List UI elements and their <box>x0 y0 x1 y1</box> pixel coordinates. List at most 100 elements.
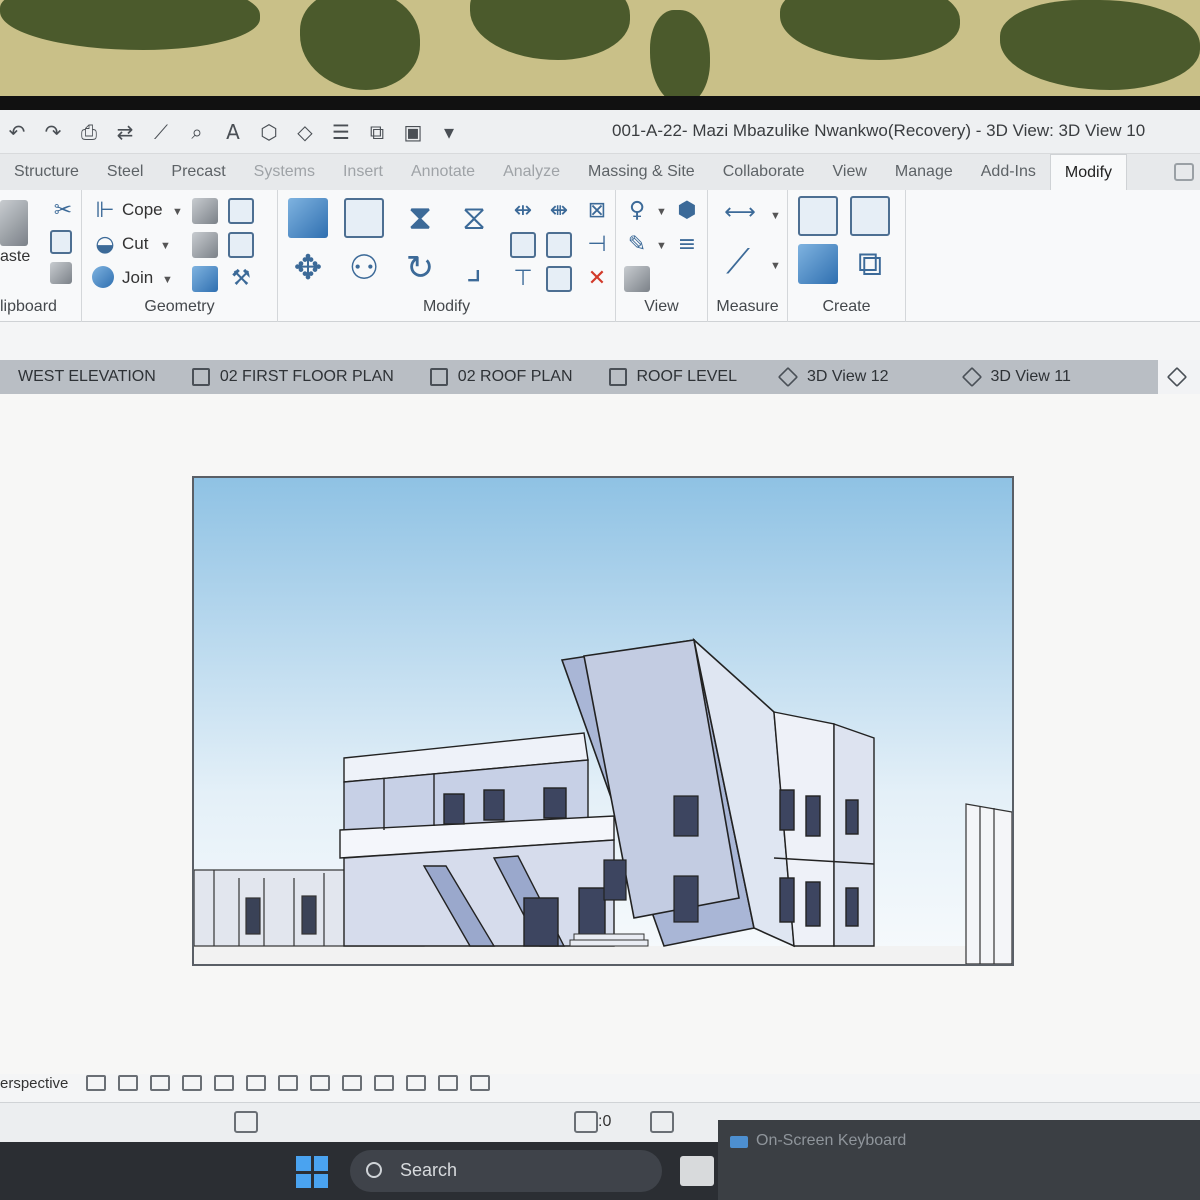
temporary-hide-icon[interactable] <box>278 1075 299 1091</box>
match-properties-icon[interactable] <box>50 262 72 284</box>
mirror-draw-axis-icon[interactable]: ⧖ <box>454 198 494 238</box>
copy-icon[interactable] <box>50 230 72 254</box>
properties-icon[interactable] <box>650 1111 674 1133</box>
demolish-icon[interactable] <box>228 232 254 258</box>
workset-icon[interactable] <box>234 1111 258 1133</box>
sync-icon[interactable]: ⇄ <box>114 120 136 144</box>
create-similar-icon[interactable]: ⧉ <box>850 244 890 284</box>
dimension-dropdown-icon[interactable]: ▼ <box>770 260 781 272</box>
cope-dropdown-icon[interactable]: ▼ <box>172 206 183 218</box>
show-rendering-icon[interactable] <box>214 1075 235 1091</box>
windows-start-icon[interactable] <box>296 1156 328 1188</box>
create-group-icon[interactable] <box>798 244 838 284</box>
tab-steel[interactable]: Steel <box>93 154 157 190</box>
create-parts-icon[interactable] <box>850 196 890 236</box>
reveal-constraints-icon[interactable] <box>470 1075 491 1091</box>
3d-view-viewport[interactable] <box>192 476 1014 966</box>
linework-icon[interactable]: ✎ <box>624 232 650 258</box>
measure-between-icon[interactable]: ⟷ <box>718 200 762 226</box>
3d-view-icon[interactable]: ⬡ <box>258 120 280 144</box>
hammer-icon[interactable]: ⚒ <box>228 266 254 292</box>
move-icon[interactable]: ✥ <box>288 248 328 288</box>
trim-multiple-icon[interactable]: ⊤ <box>510 266 536 292</box>
view-tab-3d-view-11[interactable]: 3D View 11 <box>945 360 1089 394</box>
tab-analyze[interactable]: Analyze <box>489 154 574 190</box>
view-tab-3d-view-12[interactable]: 3D View 12 <box>755 360 945 394</box>
hide-in-view-icon[interactable]: ♀ <box>624 198 650 224</box>
tab-structure[interactable]: Structure <box>0 154 93 190</box>
customize-qat-icon[interactable]: ▾ <box>438 120 460 144</box>
tab-massing-site[interactable]: Massing & Site <box>574 154 709 190</box>
cut-dropdown-icon[interactable]: ▼ <box>160 240 171 252</box>
align-icon[interactable] <box>288 198 328 238</box>
tab-add-ins[interactable]: Add-Ins <box>967 154 1050 190</box>
undo-icon[interactable]: ↶ <box>6 120 28 144</box>
unlocked-3d-view-icon[interactable] <box>246 1075 267 1091</box>
view-tab-roof-plan[interactable]: 02 ROOF PLAN <box>412 360 591 394</box>
join-label[interactable]: Join <box>122 268 153 288</box>
array-icon[interactable] <box>510 232 536 258</box>
tag-icon[interactable]: ⌕ <box>186 120 208 144</box>
cope-label[interactable]: Cope <box>122 200 163 220</box>
shadows-icon[interactable] <box>182 1075 203 1091</box>
join-dropdown-icon[interactable]: ▼ <box>162 274 173 286</box>
thin-lines-icon[interactable]: ☰ <box>330 120 352 144</box>
cut-clipboard-icon[interactable]: ✂ <box>50 198 76 224</box>
on-screen-keyboard-window[interactable]: On-Screen Keyboard <box>718 1120 1200 1200</box>
split-element-icon[interactable]: ⇹ <box>510 198 536 224</box>
tab-collaborate[interactable]: Collaborate <box>709 154 819 190</box>
tab-manage[interactable]: Manage <box>881 154 967 190</box>
temporary-view-properties-icon[interactable] <box>342 1075 363 1091</box>
view-grey-icon[interactable] <box>624 266 650 292</box>
sun-path-icon[interactable] <box>150 1075 171 1091</box>
create-assembly-icon[interactable] <box>798 196 838 236</box>
paint-icon[interactable] <box>192 266 218 292</box>
tab-modify[interactable]: Modify <box>1049 154 1128 190</box>
model-graphics-icon[interactable] <box>118 1075 139 1091</box>
pin-icon[interactable]: ⊣ <box>584 232 610 258</box>
taskbar-app-icon[interactable] <box>680 1156 714 1186</box>
view-tab-roof-level[interactable]: ROOF LEVEL <box>591 360 755 394</box>
measure-icon[interactable]: ⟋ <box>150 120 172 144</box>
visual-style-icon[interactable] <box>86 1075 107 1091</box>
tab-view[interactable]: View <box>819 154 881 190</box>
switch-windows-icon[interactable]: ▣ <box>402 120 424 144</box>
offset-icon[interactable] <box>344 198 384 238</box>
wall-joins-icon[interactable] <box>192 198 218 224</box>
drawing-area[interactable] <box>0 394 1200 1074</box>
view-tab-3d-view-10[interactable] <box>1158 360 1200 394</box>
linework-dropdown-icon[interactable]: ▼ <box>656 240 667 252</box>
cope-icon[interactable]: ⊩ <box>92 198 118 224</box>
reveal-hidden-icon[interactable] <box>310 1075 331 1091</box>
delete-icon[interactable]: ✕ <box>584 266 610 292</box>
scale-icon[interactable] <box>546 232 572 258</box>
copy-element-icon[interactable]: ⚇ <box>344 248 384 288</box>
paste-label[interactable]: aste <box>0 248 30 266</box>
section-icon[interactable]: ◇ <box>294 120 316 144</box>
analytical-model-icon[interactable] <box>406 1075 427 1091</box>
view-tab-first-floor-plan[interactable]: 02 FIRST FLOOR PLAN <box>174 360 412 394</box>
split-gap-icon[interactable]: ⇼ <box>546 198 572 224</box>
cut-icon[interactable]: ◒ <box>92 232 118 258</box>
measure-dropdown-icon[interactable]: ▼ <box>770 210 781 222</box>
perspective-label[interactable]: erspective <box>0 1075 68 1092</box>
text-icon[interactable]: A <box>222 120 244 144</box>
close-hidden-icon[interactable]: ⧉ <box>366 120 388 144</box>
tab-annotate[interactable]: Annotate <box>397 154 489 190</box>
trim-extend-icon[interactable]: ⌟ <box>454 248 494 288</box>
cut-label[interactable]: Cut <box>122 234 148 254</box>
tab-systems[interactable]: Systems <box>240 154 329 190</box>
tab-precast[interactable]: Precast <box>157 154 239 190</box>
join-icon[interactable] <box>92 266 114 288</box>
worksharing-display-icon[interactable] <box>374 1075 395 1091</box>
hide-dropdown-icon[interactable]: ▼ <box>656 206 667 218</box>
print-icon[interactable]: ⎙ <box>78 120 100 144</box>
taskbar-search[interactable]: Search <box>350 1150 662 1192</box>
tab-insert[interactable]: Insert <box>329 154 397 190</box>
unpin-icon[interactable]: ⊠ <box>584 198 610 224</box>
paste-icon[interactable] <box>0 200 28 246</box>
extend-icon[interactable] <box>546 266 572 292</box>
selection-filter-icon[interactable] <box>574 1111 598 1133</box>
highlight-displacement-icon[interactable] <box>438 1075 459 1091</box>
mirror-pick-axis-icon[interactable]: ⧗ <box>400 198 440 238</box>
